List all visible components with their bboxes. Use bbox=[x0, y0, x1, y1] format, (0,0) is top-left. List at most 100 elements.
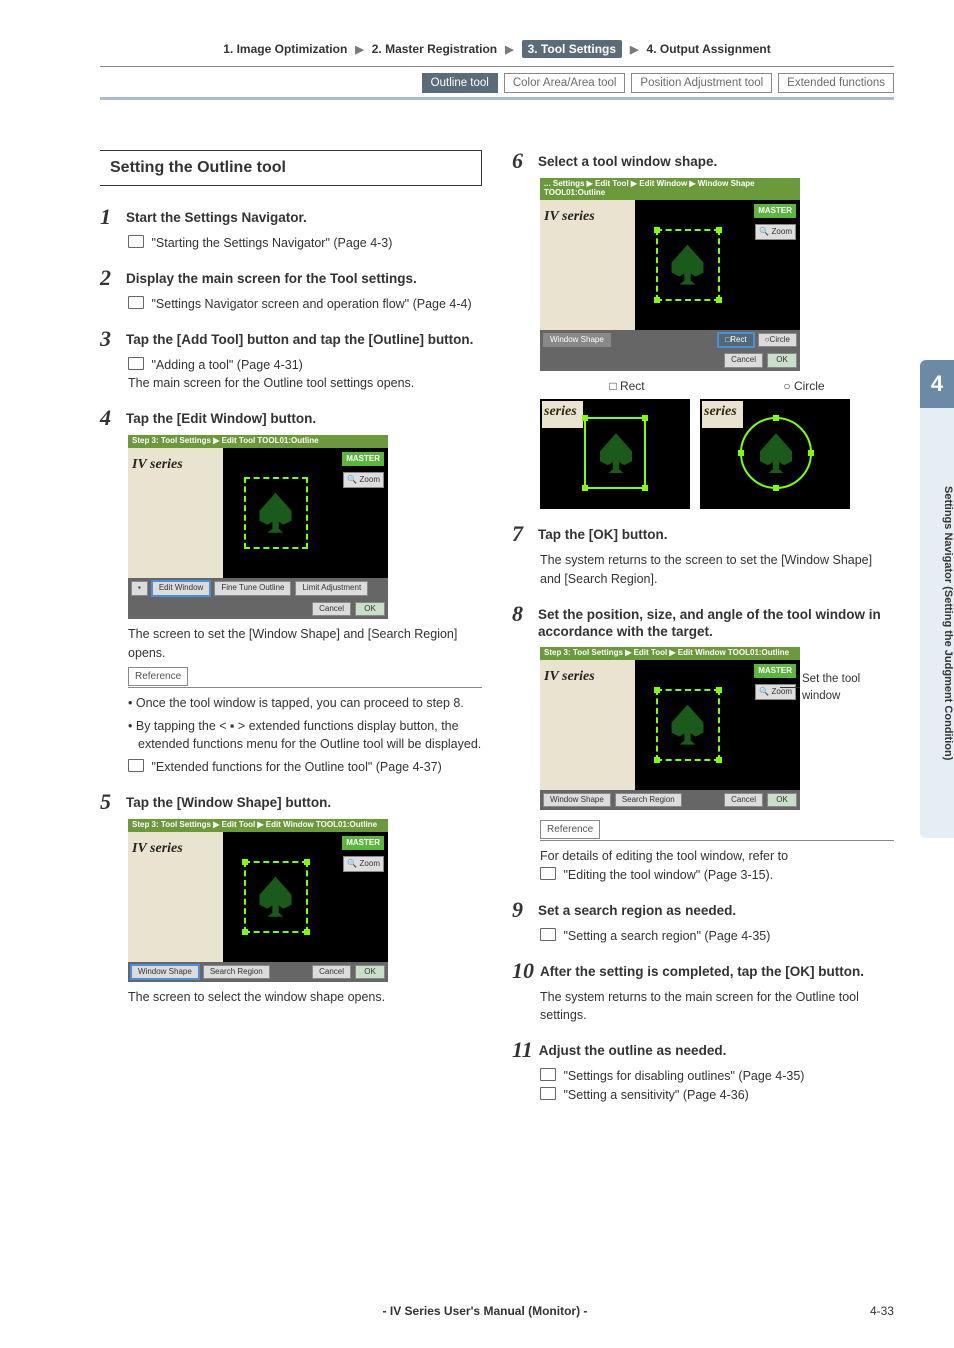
subnav-extended-fn[interactable]: Extended functions bbox=[778, 73, 894, 93]
step-9-num: 9 bbox=[512, 899, 532, 921]
step-8-ref: "Editing the tool window" (Page 3-15). bbox=[563, 868, 773, 882]
ss4-topbar: Step 3: Tool Settings ▶ Edit Tool TOOL01… bbox=[128, 435, 388, 448]
master-badge: MASTER bbox=[754, 204, 796, 218]
step-5-num: 5 bbox=[100, 791, 120, 813]
master-badge: MASTER bbox=[754, 664, 796, 678]
step-11-ref2: "Setting a sensitivity" (Page 4-36) bbox=[563, 1088, 748, 1102]
step-2-ref: "Settings Navigator screen and operation… bbox=[151, 297, 471, 311]
iv-series-label: IV series bbox=[128, 832, 223, 865]
step-1-ref: "Starting the Settings Navigator" (Page … bbox=[151, 236, 392, 250]
window-shape-label: Window Shape bbox=[543, 333, 611, 348]
step-11-ref1: "Settings for disabling outlines" (Page … bbox=[563, 1069, 804, 1083]
set-tool-window-annotation: Set the tool window bbox=[802, 671, 882, 706]
book-icon bbox=[128, 236, 148, 250]
step-10-num: 10 bbox=[512, 960, 534, 982]
step-7-num: 7 bbox=[512, 523, 532, 545]
subnav-outline-tool[interactable]: Outline tool bbox=[422, 73, 498, 93]
step-4-num: 4 bbox=[100, 407, 120, 429]
step-6-title: Select a tool window shape. bbox=[538, 150, 717, 171]
bc-arrow-icon: ▶ bbox=[630, 43, 638, 56]
step-3-ref: "Adding a tool" (Page 4-31) bbox=[151, 358, 302, 372]
fine-tune-button[interactable]: Fine Tune Outline bbox=[214, 581, 291, 596]
subnav: Outline tool Color Area/Area tool Positi… bbox=[100, 73, 894, 93]
ok-button[interactable]: OK bbox=[355, 965, 385, 980]
section-heading: Setting the Outline tool bbox=[100, 150, 482, 186]
step-1-num: 1 bbox=[100, 206, 120, 228]
step-9-title: Set a search region as needed. bbox=[538, 899, 736, 920]
reference-label: Reference bbox=[540, 820, 600, 839]
subnav-color-area[interactable]: Color Area/Area tool bbox=[504, 73, 626, 93]
book-icon bbox=[128, 297, 148, 311]
bc-tool-settings: 3. Tool Settings bbox=[522, 40, 622, 58]
step-2-title: Display the main screen for the Tool set… bbox=[126, 267, 417, 288]
step-2-num: 2 bbox=[100, 267, 120, 289]
limit-adj-button[interactable]: Limit Adjustment bbox=[295, 581, 368, 596]
step-4-bullet-2: • By tapping the < ▪ > extended function… bbox=[128, 717, 482, 755]
iv-series-label: IV series bbox=[540, 660, 635, 693]
zoom-button[interactable]: 🔍 Zoom bbox=[343, 472, 384, 488]
spade-icon bbox=[668, 245, 708, 285]
step-3-num: 3 bbox=[100, 328, 120, 350]
window-shape-button[interactable]: Window Shape bbox=[131, 965, 199, 980]
screenshot-window-shape: ... Settings ▶ Edit Tool ▶ Edit Window ▶… bbox=[540, 178, 894, 371]
ok-button[interactable]: OK bbox=[355, 602, 385, 617]
ext-fn-button[interactable]: ▪ bbox=[131, 581, 148, 596]
step-7-desc: The system returns to the screen to set … bbox=[540, 553, 872, 586]
step-4-bullet-1: • Once the tool window is tapped, you ca… bbox=[128, 694, 482, 713]
chapter-number: 4 bbox=[920, 360, 954, 408]
bc-image-opt: 1. Image Optimization bbox=[223, 42, 347, 56]
reference-label: Reference bbox=[128, 667, 188, 686]
ss8-topbar: Step 3: Tool Settings ▶ Edit Tool ▶ Edit… bbox=[540, 647, 800, 660]
edit-window-button[interactable]: Edit Window bbox=[152, 581, 210, 596]
footer-center: - IV Series User's Manual (Monitor) - bbox=[383, 1304, 588, 1318]
circle-shape-preview: series bbox=[700, 399, 850, 509]
step-4-ref2: "Extended functions for the Outline tool… bbox=[151, 760, 441, 774]
spade-icon bbox=[256, 877, 296, 917]
step-4-after: The screen to set the [Window Shape] and… bbox=[128, 625, 482, 663]
chapter-title: Settings Navigator (Setting the Judgment… bbox=[920, 408, 954, 838]
window-shape-button[interactable]: Window Shape bbox=[543, 793, 611, 808]
book-icon bbox=[540, 929, 560, 943]
page-footer: - IV Series User's Manual (Monitor) - 4-… bbox=[100, 1304, 894, 1318]
zoom-button[interactable]: 🔍 Zoom bbox=[343, 856, 384, 872]
iv-series-label: IV series bbox=[540, 200, 635, 233]
step-8-num: 8 bbox=[512, 603, 532, 625]
step-3-title: Tap the [Add Tool] button and tap the [O… bbox=[126, 328, 473, 349]
step-5-after: The screen to select the window shape op… bbox=[128, 988, 482, 1007]
step-4-title: Tap the [Edit Window] button. bbox=[126, 407, 316, 428]
search-region-button[interactable]: Search Region bbox=[203, 965, 270, 980]
footer-page-num: 4-33 bbox=[870, 1304, 894, 1318]
master-badge: MASTER bbox=[342, 452, 384, 466]
bc-arrow-icon: ▶ bbox=[355, 43, 363, 56]
screenshot-set-tool-window: Step 3: Tool Settings ▶ Edit Tool ▶ Edit… bbox=[540, 647, 894, 811]
cancel-button[interactable]: Cancel bbox=[312, 602, 351, 617]
step-10-title: After the setting is completed, tap the … bbox=[540, 960, 864, 981]
ok-button[interactable]: OK bbox=[767, 793, 797, 808]
step-8-title: Set the position, size, and angle of the… bbox=[538, 603, 894, 641]
rect-option[interactable]: □Rect bbox=[718, 333, 753, 348]
bc-arrow-icon: ▶ bbox=[505, 43, 513, 56]
screenshot-edit-tool: Step 3: Tool Settings ▶ Edit Tool TOOL01… bbox=[128, 435, 482, 619]
cancel-button[interactable]: Cancel bbox=[724, 793, 763, 808]
book-icon bbox=[540, 868, 560, 882]
master-badge: MASTER bbox=[342, 836, 384, 850]
step-9-ref: "Setting a search region" (Page 4-35) bbox=[563, 929, 770, 943]
ss5-topbar: Step 3: Tool Settings ▶ Edit Tool ▶ Edit… bbox=[128, 819, 388, 832]
ss6-topbar: ... Settings ▶ Edit Tool ▶ Edit Window ▶… bbox=[540, 178, 800, 200]
rect-shape-label: □ Rect bbox=[609, 377, 644, 395]
spade-icon bbox=[668, 705, 708, 745]
book-icon bbox=[540, 1088, 560, 1102]
series-fragment: series bbox=[702, 401, 743, 428]
chapter-side-tab: 4 Settings Navigator (Setting the Judgme… bbox=[920, 360, 954, 838]
zoom-button[interactable]: 🔍 Zoom bbox=[755, 224, 796, 240]
rect-shape-preview: series bbox=[540, 399, 690, 509]
cancel-button[interactable]: Cancel bbox=[724, 353, 763, 368]
iv-series-label: IV series bbox=[128, 448, 223, 481]
subnav-position-adj[interactable]: Position Adjustment tool bbox=[631, 73, 772, 93]
step-3-desc: The main screen for the Outline tool set… bbox=[128, 376, 414, 390]
circle-option[interactable]: ○Circle bbox=[758, 333, 797, 348]
search-region-button[interactable]: Search Region bbox=[615, 793, 682, 808]
ok-button[interactable]: OK bbox=[767, 353, 797, 368]
step-5-title: Tap the [Window Shape] button. bbox=[126, 791, 331, 812]
cancel-button[interactable]: Cancel bbox=[312, 965, 351, 980]
